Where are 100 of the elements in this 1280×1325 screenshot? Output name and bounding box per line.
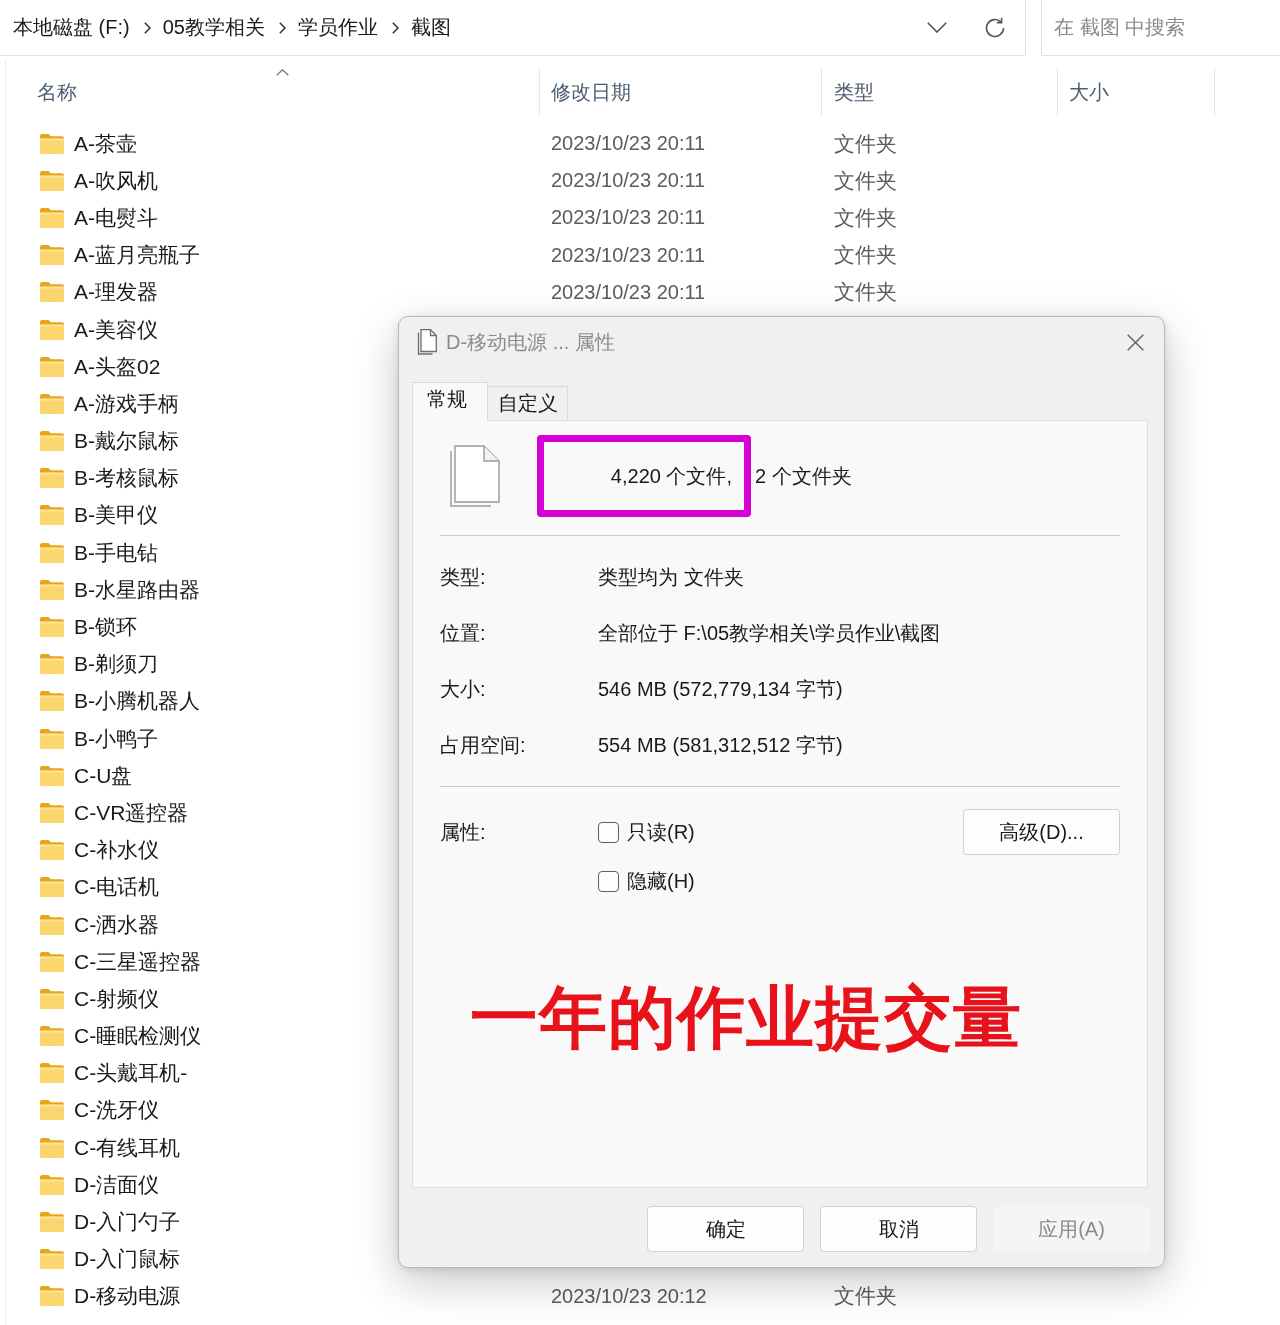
folder-icon — [40, 765, 64, 786]
property-label: 占用空间: — [440, 732, 527, 758]
checkbox-label[interactable]: 隐藏(H) — [627, 867, 695, 895]
folder-name[interactable]: C-头戴耳机- — [74, 1059, 188, 1088]
folder-name[interactable]: D-洁面仪 — [74, 1170, 160, 1199]
column-header[interactable]: 名称 — [25, 68, 540, 116]
column-header[interactable]: 修改日期 — [540, 68, 822, 116]
checkbox[interactable] — [598, 821, 619, 843]
folder-name[interactable]: A-理发器 — [74, 278, 158, 307]
property-value: 546 MB (572,779,134 字节) — [598, 676, 843, 702]
dialog-button[interactable]: 确定 — [647, 1206, 804, 1252]
folder-icon — [40, 207, 64, 228]
chevron-right-icon — [391, 21, 399, 34]
breadcrumb-item[interactable]: 学员作业 — [297, 14, 378, 41]
column-header[interactable]: 类型 — [822, 68, 1058, 116]
folder-icon — [40, 356, 64, 377]
folder-name[interactable]: B-锁环 — [74, 613, 137, 642]
folder-icon — [40, 654, 64, 675]
modified-date: 2023/10/23 20:12 — [551, 1284, 707, 1308]
folder-icon — [40, 877, 64, 898]
folder-name[interactable]: C-补水仪 — [74, 836, 160, 865]
property-label: 位置: — [440, 620, 487, 646]
folder-icon — [40, 802, 64, 823]
modified-date: 2023/10/23 20:11 — [551, 243, 706, 267]
column-header[interactable]: 大小 — [1058, 68, 1215, 116]
dialog-title: D-移动电源 ... 属性 — [446, 329, 615, 355]
tab[interactable]: 自定义 — [488, 386, 568, 421]
folder-name[interactable]: D-入门鼠标 — [74, 1245, 181, 1274]
folder-icon — [40, 1286, 64, 1307]
folder-name[interactable]: A-电熨斗 — [74, 203, 158, 232]
folder-name[interactable]: B-手电钻 — [74, 538, 158, 567]
modified-date: 2023/10/23 20:11 — [551, 280, 706, 304]
folder-icon — [40, 617, 64, 638]
folder-count: 2 个文件夹 — [755, 463, 852, 489]
property-value: 类型均为 文件夹 — [598, 564, 744, 590]
folder-name[interactable]: C-VR遥控器 — [74, 798, 189, 827]
folder-icon — [40, 579, 64, 600]
folder-name[interactable]: C-有线耳机 — [74, 1133, 181, 1162]
dialog-button[interactable]: 取消 — [820, 1206, 977, 1252]
file-type: 文件夹 — [834, 167, 897, 194]
folder-name[interactable]: A-游戏手柄 — [74, 389, 179, 418]
folder-icon — [40, 691, 64, 712]
chevron-right-icon — [143, 21, 151, 34]
folder-name[interactable]: B-小腾机器人 — [74, 687, 200, 716]
checkbox[interactable] — [598, 870, 619, 892]
folder-icon — [40, 728, 64, 749]
folder-name[interactable]: C-洗牙仪 — [74, 1096, 160, 1125]
folder-icon — [40, 505, 64, 526]
folder-name[interactable]: C-电话机 — [74, 873, 160, 902]
refresh-icon[interactable] — [984, 16, 1006, 39]
folder-icon — [40, 951, 64, 972]
folder-icon — [40, 1063, 64, 1084]
folder-name[interactable]: C-洒水器 — [74, 910, 160, 939]
search-field[interactable]: 在 截图 中搜索 — [1041, 0, 1280, 56]
folder-name[interactable]: A-头盔02 — [74, 352, 161, 381]
folder-icon — [40, 1212, 64, 1233]
breadcrumb-item[interactable]: 截图 — [410, 14, 451, 41]
file-type: 文件夹 — [834, 130, 897, 157]
property-value: 554 MB (581,312,512 字节) — [598, 732, 843, 758]
folder-name[interactable]: B-水星路由器 — [74, 575, 200, 604]
folder-icon — [40, 1174, 64, 1195]
checkbox-label[interactable]: 只读(R) — [627, 818, 695, 846]
folder-icon — [40, 393, 64, 414]
folder-name[interactable]: B-考核鼠标 — [74, 464, 179, 493]
breadcrumb-item[interactable]: 本地磁盘 (F:) — [13, 14, 130, 41]
folder-name[interactable]: A-蓝月亮瓶子 — [74, 241, 200, 270]
file-type: 文件夹 — [834, 279, 897, 306]
folder-icon — [40, 1137, 64, 1158]
file-type: 文件夹 — [834, 204, 897, 231]
breadcrumb-item[interactable]: 05教学相关 — [162, 14, 265, 41]
documents-icon — [450, 445, 500, 507]
folder-name[interactable]: C-U盘 — [74, 761, 133, 790]
folder-name[interactable]: B-美甲仪 — [74, 501, 158, 530]
tab[interactable]: 常规 — [412, 382, 488, 421]
address-bar[interactable]: 本地磁盘 (F:) 05教学相关 学员作业 截图 — [0, 0, 1026, 56]
folder-name[interactable]: D-移动电源 — [74, 1282, 181, 1311]
chevron-down-icon[interactable] — [927, 22, 947, 33]
close-icon[interactable] — [1127, 333, 1144, 351]
sort-caret-icon — [276, 69, 289, 76]
folder-icon — [40, 170, 64, 191]
folder-name[interactable]: C-三星遥控器 — [74, 947, 202, 976]
folder-name[interactable]: A-茶壶 — [74, 129, 137, 158]
folder-name[interactable]: B-剃须刀 — [74, 650, 158, 679]
folder-name[interactable]: B-小鸭子 — [74, 724, 158, 753]
folder-name[interactable]: B-戴尔鼠标 — [74, 427, 179, 456]
modified-date: 2023/10/23 20:11 — [551, 206, 706, 230]
folder-icon — [40, 1249, 64, 1270]
file-count: 4,220 个文件, — [610, 463, 732, 489]
file-type: 文件夹 — [834, 242, 897, 269]
property-label: 属性: — [440, 819, 486, 845]
folder-name[interactable]: A-吹风机 — [74, 166, 158, 195]
modified-date: 2023/10/23 20:11 — [551, 169, 706, 193]
property-label: 大小: — [440, 676, 487, 702]
advanced-button[interactable]: 高级(D)... — [963, 809, 1120, 855]
folder-name[interactable]: C-睡眠检测仪 — [74, 1022, 202, 1051]
folder-name[interactable]: C-射频仪 — [74, 984, 160, 1013]
folder-name[interactable]: A-美容仪 — [74, 315, 158, 344]
folder-icon — [40, 468, 64, 489]
folder-icon — [40, 1100, 64, 1121]
folder-name[interactable]: D-入门勺子 — [74, 1208, 181, 1237]
